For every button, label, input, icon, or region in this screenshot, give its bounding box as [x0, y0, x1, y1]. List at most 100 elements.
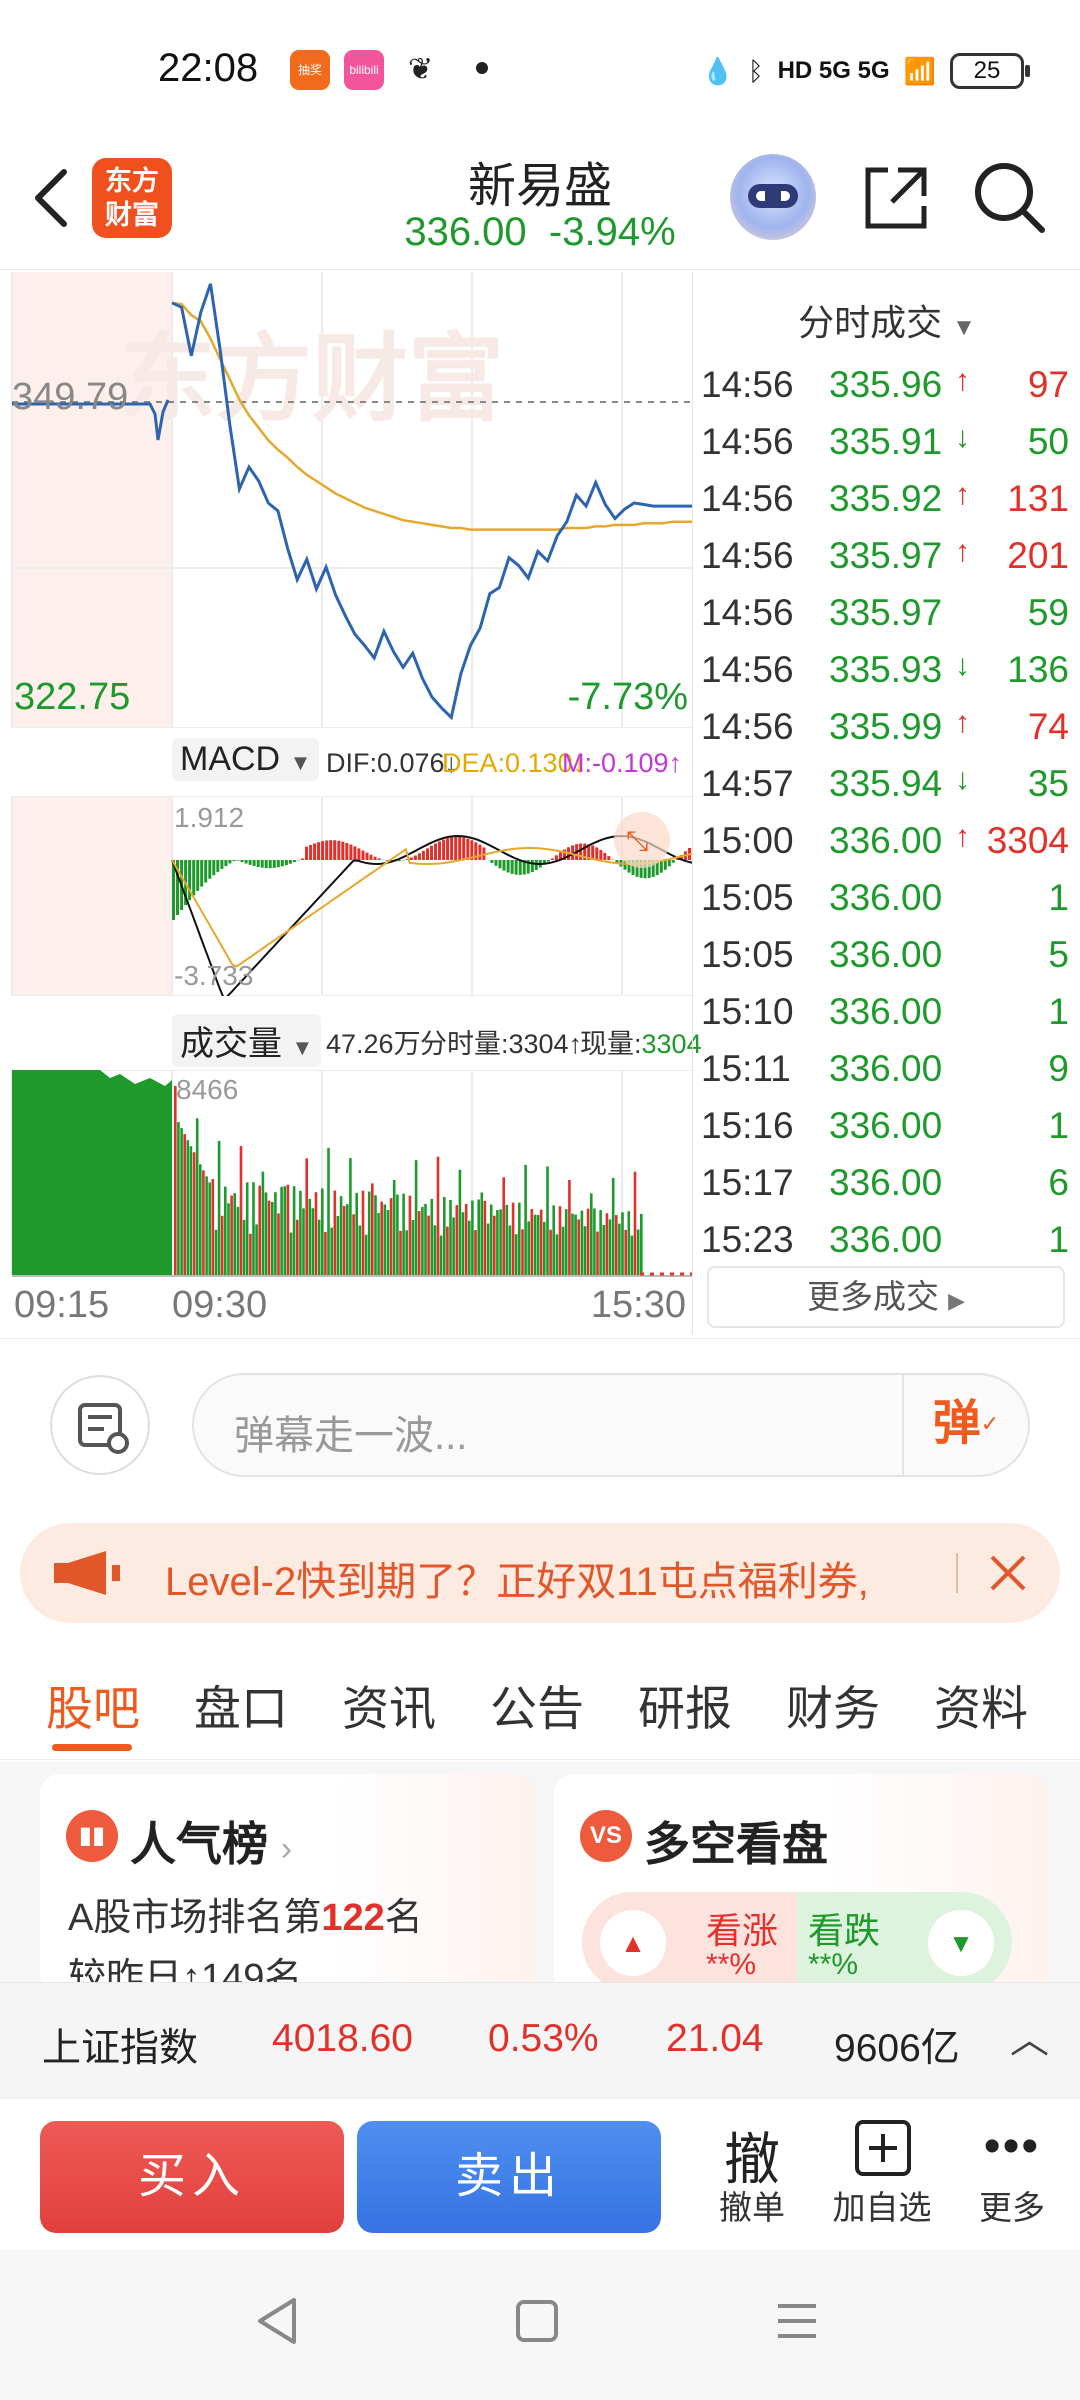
- volume-bar: [583, 1226, 587, 1276]
- volume-bar: [477, 1199, 480, 1276]
- volume-bar: [399, 1230, 402, 1276]
- danmu-send-button[interactable]: 弹✓: [902, 1375, 1028, 1475]
- volume-bar: [192, 1152, 196, 1276]
- volume-bar: [536, 1214, 540, 1276]
- intraday-chart-panel[interactable]: 东方财富 349.79 322.75 -7.73% MACD ▼ DIF:0.0…: [0, 272, 702, 1334]
- macd-selector-label: MACD: [180, 740, 281, 778]
- tab-research[interactable]: 研报: [638, 1670, 732, 1739]
- tick-volume: 1: [1048, 991, 1069, 1032]
- search-button[interactable]: [970, 158, 1050, 238]
- close-icon: [990, 1555, 1026, 1591]
- tab-pankou[interactable]: 盘口: [194, 1670, 288, 1739]
- tick-time: 14:57: [701, 763, 794, 804]
- tab-guba[interactable]: 股吧: [46, 1670, 140, 1739]
- macd-bar: [349, 844, 353, 860]
- comment-settings-button[interactable]: [50, 1375, 150, 1475]
- tick-volume: 5: [1048, 934, 1069, 975]
- cancel-order-button[interactable]: 撤 撤单: [692, 2113, 812, 2243]
- ai-assistant-robot-icon[interactable]: [730, 154, 816, 240]
- macd-bar: [200, 860, 204, 887]
- popularity-title-text: 人气榜: [130, 1818, 268, 1870]
- volume-bar: [252, 1182, 255, 1276]
- bull-button-icon[interactable]: ▲: [600, 1910, 666, 1976]
- popularity-card[interactable]: ▮▮ 人气榜 › A股市场排名第122名 较昨日↑149名: [40, 1774, 534, 1982]
- tick-row: 15:10 336.00 1: [693, 991, 1080, 1048]
- tab-profile[interactable]: 资料: [934, 1670, 1028, 1739]
- tick-list-header[interactable]: 分时成交 ▼: [693, 294, 1080, 346]
- megaphone-icon: [54, 1551, 120, 1595]
- more-button[interactable]: ••• 更多: [952, 2113, 1072, 2243]
- tab-finance[interactable]: 财务: [786, 1670, 880, 1739]
- volume-bar: [321, 1188, 324, 1276]
- volume-bar: [549, 1229, 552, 1276]
- tick-price: 336.00: [829, 1162, 943, 1203]
- macd-bar: [317, 842, 321, 860]
- volume-bar: [464, 1204, 468, 1276]
- macd-bar: [325, 840, 329, 860]
- volume-bar: [505, 1204, 509, 1276]
- chevron-up-icon[interactable]: ︿: [1010, 2009, 1049, 2065]
- volume-bar: [439, 1235, 443, 1276]
- macd-bar: [329, 840, 333, 860]
- banner-close-button[interactable]: [976, 1541, 1040, 1605]
- tick-price: 335.97: [829, 535, 943, 576]
- volume-bar: [180, 1128, 183, 1276]
- volume-bar: [255, 1224, 258, 1276]
- volume-chart[interactable]: [0, 1070, 692, 1280]
- volume-bar: [342, 1205, 346, 1276]
- back-button[interactable]: [22, 158, 82, 238]
- tick-row: 15:05 336.00 1: [693, 877, 1080, 934]
- volume-bar: [292, 1186, 296, 1276]
- volume-max-value: 8466: [176, 1074, 239, 1105]
- market-index-bar[interactable]: 上证指数 4018.60 0.53% 21.04 9606亿 ︿: [0, 1982, 1080, 2098]
- volume-bar: [430, 1198, 434, 1276]
- tick-list-panel[interactable]: 分时成交 ▼ 14:56 335.96 ↑ 97 14:56 335.91 ↓ 50 14:56…: [692, 272, 1080, 1334]
- add-square-icon: [855, 2120, 911, 2176]
- volume-bar: [311, 1208, 315, 1276]
- volume-bar: [189, 1146, 193, 1276]
- buy-button[interactable]: 买入: [40, 2121, 344, 2233]
- bull-bear-card[interactable]: VS 多空看盘 ▲ 看涨 **% 看跌 **% ▼: [554, 1774, 1048, 1982]
- danmu-input[interactable]: 弹幕走一波... 弹✓: [192, 1373, 1030, 1477]
- tick-time: 15:05: [701, 877, 794, 918]
- macd-bar: [421, 850, 425, 860]
- macd-dif: DIF:0.076↓: [326, 748, 458, 779]
- bear-button-icon[interactable]: ▼: [928, 1910, 994, 1976]
- macd-bottom-value: -3.733: [174, 960, 254, 991]
- tick-volume: 35: [1027, 763, 1069, 804]
- price-chart[interactable]: 东方财富: [0, 272, 692, 728]
- volume-bar: [330, 1227, 333, 1276]
- nav-back-icon[interactable]: [254, 2296, 300, 2346]
- macd-bar: [353, 846, 357, 860]
- volume-bar: [174, 1086, 177, 1276]
- volume-bar: [286, 1184, 290, 1276]
- volume-bar: [443, 1197, 446, 1276]
- volume-bar: [267, 1200, 271, 1276]
- macd-chart[interactable]: ⤡: [0, 796, 692, 996]
- volume-bar: [627, 1211, 631, 1276]
- danmu-settings-icon: [78, 1403, 129, 1454]
- danmu-placeholder: 弹幕走一波...: [234, 1414, 468, 1458]
- nav-menu-icon[interactable]: [774, 2298, 820, 2344]
- tab-news[interactable]: 资讯: [342, 1670, 436, 1739]
- tab-announcements[interactable]: 公告: [490, 1670, 584, 1739]
- volume-bar: [489, 1204, 493, 1276]
- volume-bar: [571, 1213, 574, 1276]
- sell-button[interactable]: 卖出: [357, 2121, 661, 2233]
- macd-bar: [361, 850, 365, 860]
- volume-bar: [530, 1209, 534, 1276]
- macd-selector[interactable]: MACD ▼: [172, 738, 320, 781]
- share-button[interactable]: [858, 160, 934, 236]
- volume-bar: [408, 1195, 412, 1276]
- macd-bar: [550, 858, 554, 860]
- promo-banner[interactable]: Level-2快到期了？正好双11屯点福利券,: [20, 1523, 1060, 1623]
- more-ticks-button[interactable]: 更多成交 ▶: [707, 1266, 1065, 1328]
- nav-home-icon[interactable]: [514, 2298, 560, 2344]
- time-axis-end: 15:30: [590, 1284, 686, 1326]
- tick-direction-icon: ↓: [955, 649, 970, 682]
- tick-price: 335.97: [829, 592, 943, 633]
- volume-selector[interactable]: 成交量 ▼: [172, 1014, 322, 1067]
- add-watchlist-button[interactable]: 加自选: [822, 2113, 942, 2243]
- battery-level: 25: [973, 57, 1001, 84]
- tick-row: 15:05 336.00 5: [693, 934, 1080, 991]
